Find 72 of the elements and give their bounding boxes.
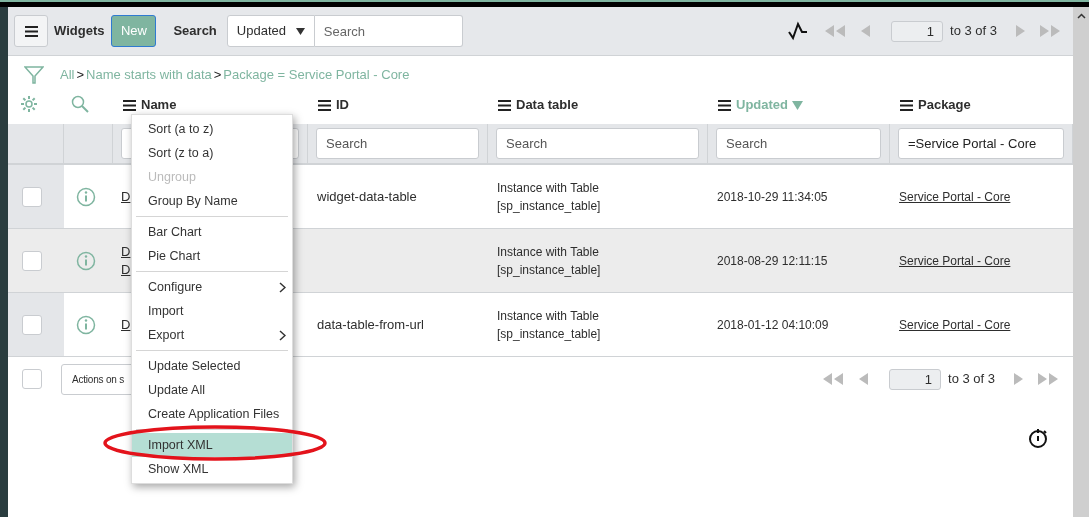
previous-page-icon[interactable] xyxy=(857,372,869,386)
chevron-right-icon[interactable] xyxy=(279,329,286,341)
search-input[interactable]: Search xyxy=(314,15,463,47)
page-range-text: to 3 of 3 xyxy=(948,370,995,389)
next-page-icon[interactable] xyxy=(1015,24,1027,38)
chevron-right-icon[interactable] xyxy=(279,281,286,293)
column-menu-icon[interactable] xyxy=(317,98,332,112)
menu-item[interactable]: Import xyxy=(132,299,292,323)
settings-icon[interactable] xyxy=(20,95,38,113)
package-link[interactable]: Service Portal - Core xyxy=(899,189,1011,204)
breadcrumb-separator: > xyxy=(213,66,222,85)
table-cell-text: Instance with Table xyxy=(497,179,600,197)
column-menu-icon[interactable] xyxy=(899,98,914,112)
menu-item[interactable]: Export xyxy=(132,323,292,347)
menu-item[interactable]: Pie Chart xyxy=(132,244,292,268)
table-cell-text: Instance with Table xyxy=(497,307,600,325)
row-checkbox[interactable] xyxy=(22,314,42,335)
menu-item[interactable]: Show XML xyxy=(132,457,292,481)
table-cell: data-table-from-url xyxy=(317,316,424,332)
menu-icon[interactable] xyxy=(23,24,39,38)
first-page-icon[interactable] xyxy=(823,24,847,38)
filter-icon[interactable] xyxy=(24,65,44,85)
menu-item[interactable]: Sort (z to a) xyxy=(132,141,292,165)
list-title: Widgets xyxy=(54,22,105,41)
next-page-icon[interactable] xyxy=(1013,372,1025,386)
previous-page-icon[interactable] xyxy=(859,24,871,38)
scroll-up-icon[interactable] xyxy=(1076,13,1086,19)
column-search-field[interactable]: Search xyxy=(316,128,479,159)
scrollbar[interactable] xyxy=(1073,7,1089,517)
page-field[interactable]: 1 xyxy=(889,368,941,390)
info-icon[interactable] xyxy=(76,250,96,271)
column-header[interactable]: Name xyxy=(141,97,177,113)
table-cell-text: [sp_instance_table] xyxy=(497,197,602,215)
stopwatch-icon[interactable] xyxy=(1028,427,1048,449)
menu-button[interactable] xyxy=(14,15,48,47)
search-field-dropdown[interactable]: Updated xyxy=(226,15,315,47)
dropdown-arrow-icon[interactable] xyxy=(295,27,305,35)
column-header[interactable]: Package xyxy=(918,97,971,113)
column-menu-icon[interactable] xyxy=(122,98,137,112)
info-icon[interactable] xyxy=(76,314,96,335)
select-all-checkbox[interactable] xyxy=(22,369,42,389)
package-link[interactable]: Service Portal - Core xyxy=(899,253,1011,268)
table-cell: 2018-01-12 04:10:09 xyxy=(717,317,829,332)
column-search-field[interactable]: Search xyxy=(496,128,699,159)
breadcrumb-separator: > xyxy=(76,66,85,85)
row-checkbox[interactable] xyxy=(22,186,42,207)
table-cell-text: [sp_instance_table] xyxy=(497,325,602,343)
first-page-icon[interactable] xyxy=(821,372,845,386)
table-cell: widget-data-table xyxy=(317,188,417,204)
table-cell-text: [sp_instance_table] xyxy=(497,261,602,279)
search-icon[interactable] xyxy=(71,95,89,113)
sort-descending-icon[interactable] xyxy=(792,100,803,110)
table-cell: 2018-10-29 11:34:05 xyxy=(717,189,828,204)
activity-icon[interactable] xyxy=(788,21,808,41)
page-field[interactable]: 1 xyxy=(891,20,943,42)
column-header[interactable]: Data table xyxy=(516,97,579,113)
column-search-field[interactable]: =Service Portal - Core xyxy=(898,128,1064,159)
table-cell: 2018-08-29 12:11:15 xyxy=(717,253,828,268)
page-range-text: to 3 of 3 xyxy=(950,22,997,41)
menu-item[interactable]: Create Application Files xyxy=(132,402,292,426)
search-label: Search xyxy=(173,22,217,41)
package-link[interactable]: Service Portal - Core xyxy=(899,317,1011,332)
menu-item[interactable]: Group By Name xyxy=(132,189,292,213)
menu-item[interactable]: Sort (a to z) xyxy=(132,117,292,141)
table-cell-text: Instance with Table xyxy=(497,243,600,261)
column-header[interactable]: ID xyxy=(336,97,349,113)
info-icon[interactable] xyxy=(76,186,96,207)
column-search-field[interactable]: Search xyxy=(716,128,881,159)
row-checkbox[interactable] xyxy=(22,250,42,271)
column-menu-icon[interactable] xyxy=(717,98,732,112)
menu-item[interactable]: Import XML xyxy=(132,433,292,457)
column-menu-icon[interactable] xyxy=(497,98,512,112)
